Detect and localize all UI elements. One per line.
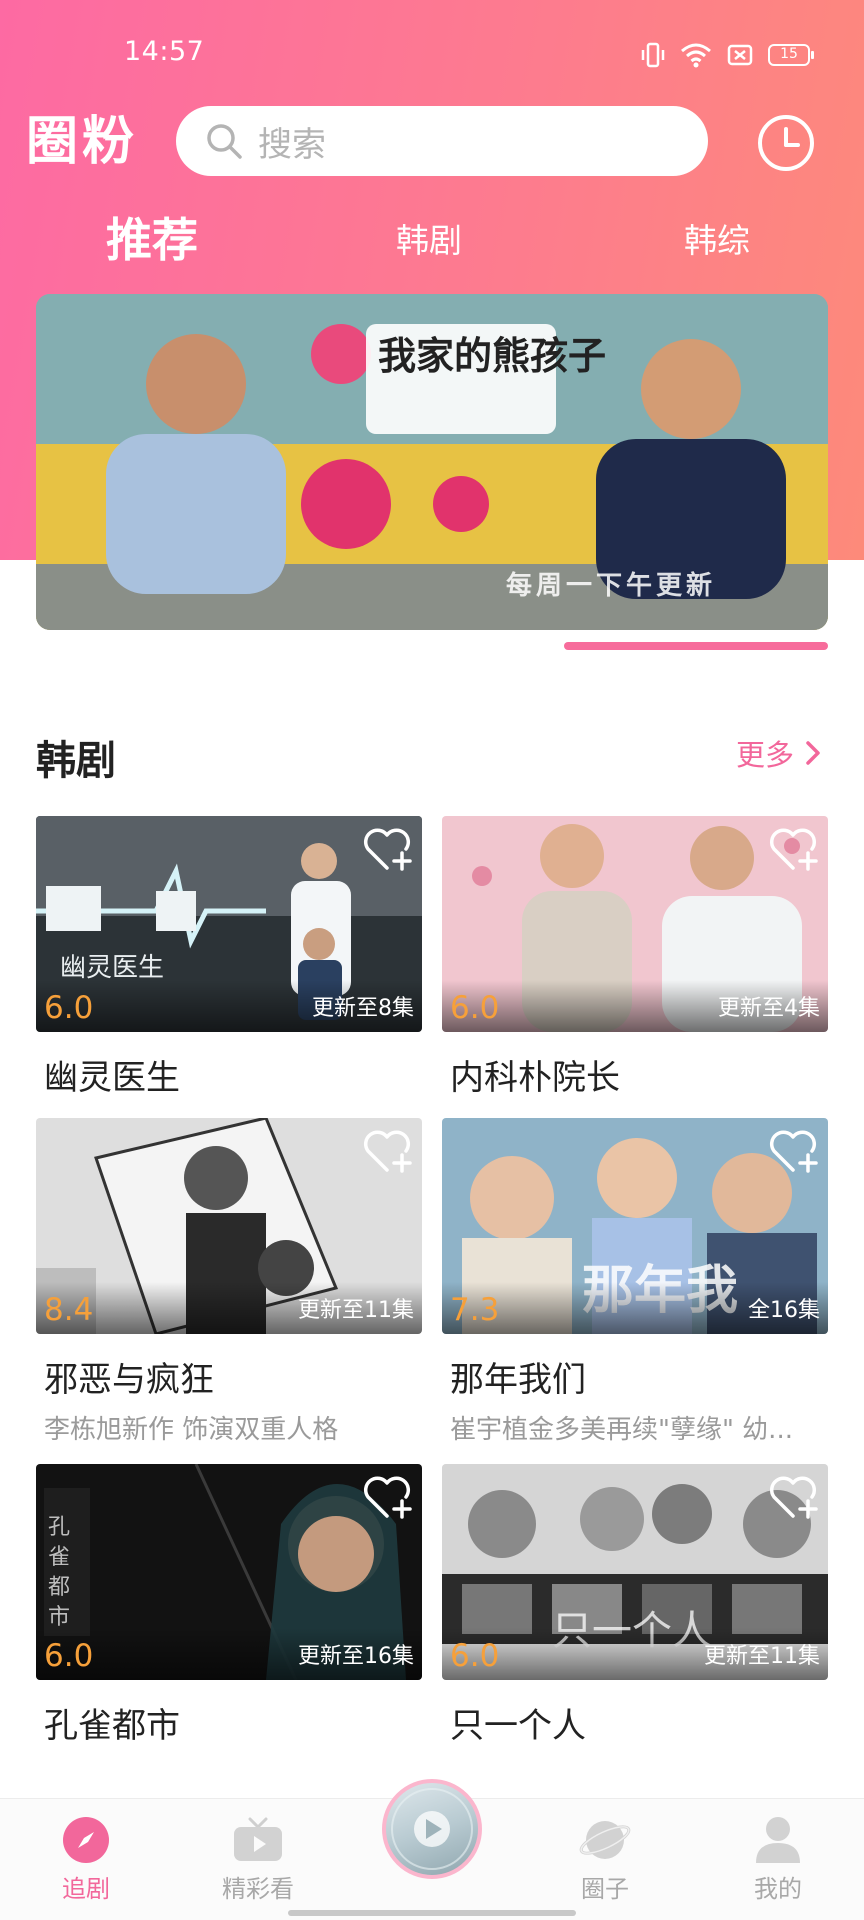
search-icon (207, 124, 242, 159)
drama-title: 幽灵医生 (44, 1058, 180, 1098)
favorite-add-icon[interactable] (362, 1126, 416, 1176)
history-clock-icon[interactable] (756, 113, 816, 173)
favorite-add-icon[interactable] (362, 824, 416, 874)
svg-text:雀: 雀 (48, 1545, 70, 1570)
tab-kvariety[interactable]: 韩综 (684, 214, 750, 262)
favorite-add-icon[interactable] (768, 1126, 822, 1176)
tab-recommend[interactable]: 推荐 (106, 204, 198, 270)
rating-score: 6.0 (450, 990, 500, 1026)
drama-card[interactable]: 8.4 更新至11集 邪恶与疯狂 李栋旭新作 饰演双重人格 (36, 1118, 422, 1446)
drama-card[interactable]: 孔 雀 都 市 6.0 更新至16集 孔雀都市 (36, 1464, 422, 1747)
favorite-add-icon[interactable] (768, 1472, 822, 1522)
chevron-right-icon (806, 741, 820, 765)
episode-status: 更新至4集 (718, 996, 820, 1021)
drama-title: 邪恶与疯狂 (44, 1360, 214, 1400)
nav-item-follow[interactable]: 追剧 (26, 1809, 146, 1904)
battery-indicator: 15 (768, 44, 814, 66)
compass-icon (63, 1817, 109, 1863)
drama-title: 内科朴院长 (450, 1058, 620, 1098)
drama-title: 只一个人 (450, 1706, 586, 1746)
nav-label: 追剧 (62, 1875, 110, 1903)
favorite-add-icon[interactable] (768, 824, 822, 874)
drama-title: 那年我们 (450, 1360, 586, 1400)
tv-icon (234, 1817, 282, 1861)
logo-text: 圈粉 (26, 112, 139, 172)
episode-status: 更新至11集 (298, 1298, 414, 1323)
status-bar: 14:57 15 (0, 0, 864, 100)
planet-icon (579, 1821, 631, 1859)
drama-poster: 8.4 更新至11集 (36, 1118, 422, 1334)
user-icon (756, 1817, 800, 1863)
status-icons: 15 (640, 38, 814, 72)
drama-poster: 那年我 7.3 全16集 (442, 1118, 828, 1334)
section-title: 韩剧 (36, 738, 116, 784)
drama-poster: 幽灵医生 6.0 更新至8集 (36, 816, 422, 1032)
more-label: 更多 (736, 738, 795, 772)
drama-card[interactable]: 幽灵医生 6.0 更新至8集 幽灵医生 (36, 816, 422, 1099)
poster-title-line: 孔 (48, 1515, 70, 1540)
episode-status: 更新至16集 (298, 1644, 414, 1669)
drama-poster: 6.0 更新至4集 (442, 816, 828, 1032)
nav-label: 圈子 (581, 1875, 629, 1903)
status-time: 14:57 (124, 36, 205, 67)
search-placeholder: 搜索 (258, 124, 326, 165)
more-link[interactable]: 更多 (736, 732, 822, 774)
app-logo: 圈粉 (26, 112, 156, 172)
drama-title: 孔雀都市 (44, 1706, 180, 1746)
rating-score: 6.0 (44, 1638, 94, 1674)
search-input[interactable]: 搜索 (176, 106, 708, 176)
nav-item-highlights[interactable]: 精彩看 (198, 1809, 318, 1904)
drama-card[interactable]: 6.0 更新至4集 内科朴院长 (442, 816, 828, 1099)
episode-status: 全16集 (748, 1298, 820, 1323)
banner-title: 我家的熊孩子 (378, 334, 606, 378)
bottom-nav: 追剧 精彩看 圈子 我的 (0, 1779, 864, 1920)
play-disc-icon[interactable] (382, 1779, 482, 1879)
drama-card[interactable]: 只一个人 6.0 更新至11集 只一个人 (442, 1464, 828, 1747)
nav-label: 我的 (754, 1875, 802, 1903)
drama-subtitle: 崔宇植金多美再续"孽缘" 幼... (450, 1415, 793, 1445)
episode-status: 更新至11集 (704, 1644, 820, 1669)
sim-off-icon (727, 44, 753, 66)
tab-kdrama[interactable]: 韩剧 (396, 214, 462, 262)
rating-score: 6.0 (44, 990, 94, 1026)
rating-score: 8.4 (44, 1292, 94, 1328)
svg-text:市: 市 (48, 1605, 70, 1630)
carousel-indicator (564, 642, 828, 650)
drama-subtitle: 李栋旭新作 饰演双重人格 (44, 1415, 339, 1445)
poster-title: 幽灵医生 (60, 953, 164, 983)
wifi-icon (681, 43, 711, 68)
drama-poster: 孔 雀 都 市 6.0 更新至16集 (36, 1464, 422, 1680)
nav-item-circle[interactable]: 圈子 (545, 1809, 665, 1904)
vibrate-icon (641, 42, 665, 68)
banner-carousel[interactable]: 我家的熊孩子 每周一下午更新 (36, 294, 828, 630)
home-indicator (288, 1910, 576, 1916)
rating-score: 6.0 (450, 1638, 500, 1674)
drama-poster: 只一个人 6.0 更新至11集 (442, 1464, 828, 1680)
drama-card[interactable]: 那年我 7.3 全16集 那年我们 崔宇植金多美再续"孽缘" 幼... (442, 1118, 828, 1446)
episode-status: 更新至8集 (312, 996, 414, 1021)
nav-label: 精彩看 (222, 1875, 294, 1903)
nav-item-profile[interactable]: 我的 (718, 1809, 838, 1904)
favorite-add-icon[interactable] (362, 1472, 416, 1522)
svg-text:都: 都 (48, 1575, 70, 1600)
banner-caption: 每周一下午更新 (505, 571, 716, 601)
rating-score: 7.3 (450, 1292, 500, 1328)
